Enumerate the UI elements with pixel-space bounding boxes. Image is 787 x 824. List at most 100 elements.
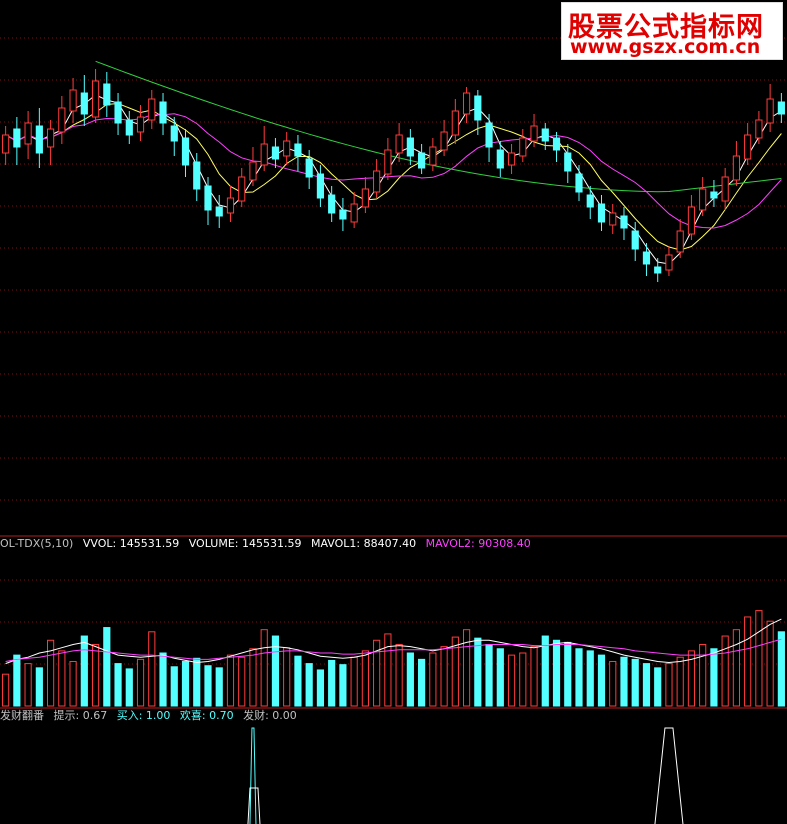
volume-bar [170, 666, 178, 707]
mavol1-value: MAVOL1: 88407.40 [310, 537, 417, 550]
volume-bar [654, 667, 662, 707]
indicator-name: 发财翻番 [0, 709, 44, 722]
volume-bar [597, 654, 606, 707]
candle-body [507, 152, 516, 166]
volume-bar [631, 658, 639, 707]
volume-bar [215, 667, 223, 707]
volume-bar [676, 656, 684, 707]
volume-header: OL-TDX(5,10) VVOL: 145531.59 VOLUME: 145… [0, 537, 537, 551]
volume-bar [181, 660, 190, 707]
indicator-header: 发财翻番 提示: 0.67 买入: 1.00 欢喜: 0.70 发财: 0.00 [0, 709, 303, 723]
candle-body [429, 146, 437, 166]
volume-bar [406, 652, 414, 707]
volume-bar [249, 648, 257, 707]
volume-bar [620, 656, 628, 707]
volume-bar [732, 629, 740, 707]
candle-body [24, 122, 32, 145]
volume-bar [429, 652, 437, 707]
candle-body [283, 140, 291, 157]
volume-bar [283, 647, 291, 707]
candle-body [485, 122, 493, 148]
volume-bar [159, 652, 167, 707]
candle-body [777, 101, 785, 115]
volume-bar [541, 635, 549, 707]
candle-body [80, 92, 88, 115]
candle-body [418, 152, 426, 169]
facai-value: 发财: 0.00 [243, 709, 297, 722]
candle-body [541, 128, 549, 142]
candle-body [597, 203, 606, 223]
candle-body [13, 128, 21, 148]
candle-body [339, 209, 347, 220]
tishi-value: 提示: 0.67 [53, 709, 108, 722]
volume-bar [699, 644, 707, 707]
candle-body [58, 107, 66, 133]
volume-bar [519, 652, 527, 707]
volume-bar [744, 616, 752, 707]
candle-body [294, 143, 302, 157]
candle-body [148, 98, 156, 121]
volume-bar [305, 663, 313, 707]
volume-bar [226, 654, 235, 707]
volume-bar [58, 650, 66, 707]
candle-body [204, 185, 212, 211]
vvol-value: VVOL: 145531.59 [82, 537, 180, 550]
volume-bar [294, 655, 302, 707]
candle-body [676, 230, 684, 253]
volume-bar [462, 629, 471, 707]
volume-bar [103, 627, 111, 707]
volume-bar [361, 650, 369, 707]
volume-bar [80, 635, 88, 707]
volume-bar [13, 654, 21, 707]
candle-body [732, 155, 740, 181]
candlestick-series [2, 69, 785, 282]
volume-bar [440, 646, 448, 707]
candle-body [609, 212, 617, 226]
candle-body [2, 134, 10, 154]
candle-body [631, 230, 639, 250]
candle-body [193, 161, 201, 190]
candle-body [35, 125, 43, 154]
candle-body [766, 98, 774, 124]
volume-bar [328, 659, 336, 707]
candle-body [642, 251, 651, 265]
candle-body [755, 119, 763, 139]
candle-body [440, 131, 448, 151]
indicator-peak-cyan [249, 727, 257, 824]
volume-bar [35, 667, 43, 707]
volume-bar [586, 650, 594, 707]
candle-body [575, 173, 583, 193]
mavol1-line [5, 618, 782, 665]
candle-body [474, 95, 482, 121]
candle-body [47, 128, 55, 148]
candle-body [721, 176, 729, 202]
candle-body [395, 134, 403, 154]
candle-body [350, 203, 358, 223]
candle-body [451, 110, 459, 136]
volume-bar [24, 663, 32, 707]
volume-bar [193, 657, 201, 707]
candle-body [215, 206, 223, 217]
candle-body [564, 152, 572, 172]
volume-bar [350, 656, 358, 707]
candle-body [103, 83, 111, 106]
candle-body [496, 149, 504, 169]
indicator-peak-white [654, 727, 684, 824]
candle-body [552, 137, 561, 151]
candle-body [181, 137, 190, 166]
volume-moving-averages [5, 618, 782, 665]
volume-bar [418, 658, 426, 707]
volume-bar [136, 658, 145, 707]
candle-body [406, 137, 414, 157]
candle-body [305, 158, 313, 178]
volume-bar [766, 620, 774, 707]
volume-bar [125, 668, 133, 707]
candle-body [136, 116, 145, 133]
candle-body [125, 119, 133, 136]
mavol2-line [5, 638, 782, 662]
candle-body [373, 170, 381, 193]
volume-bar [395, 644, 403, 707]
watermark-url: www.gszx.com.cn [570, 36, 761, 58]
mavol2-value: MAVOL2: 90308.40 [425, 537, 531, 550]
volume-bar [665, 663, 673, 707]
